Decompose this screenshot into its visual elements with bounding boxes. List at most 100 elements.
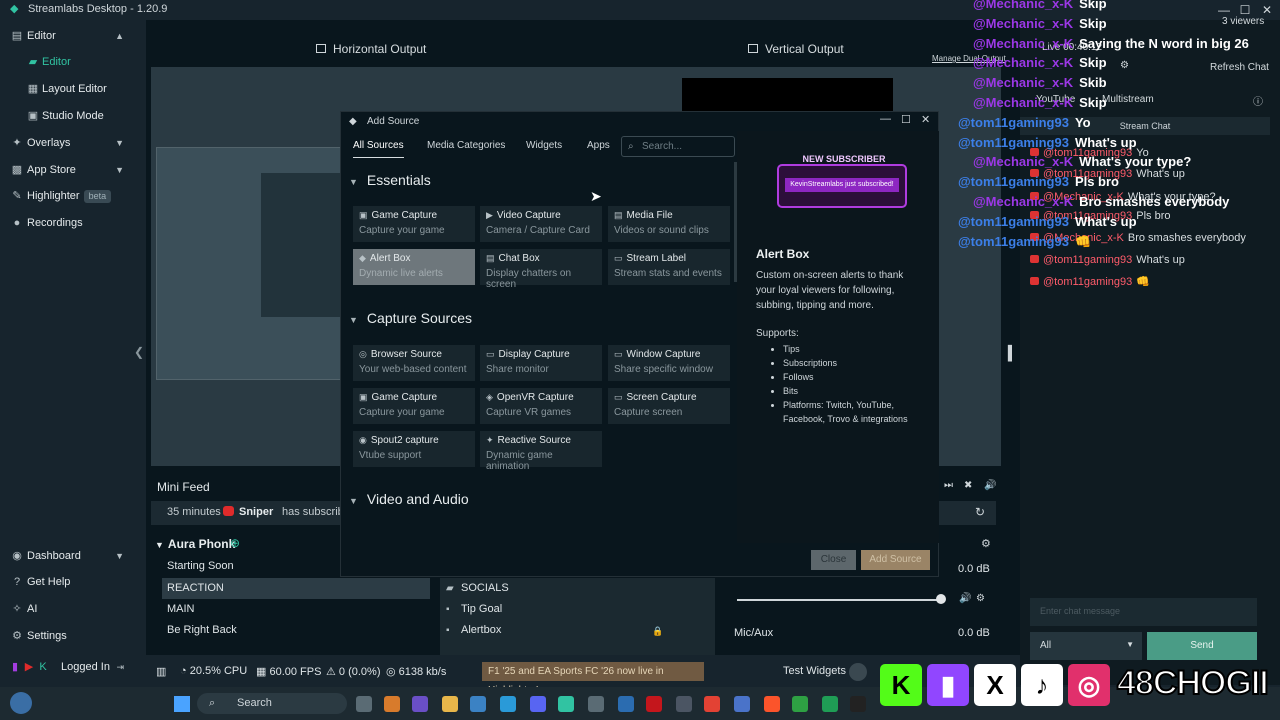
app-icon[interactable]	[588, 696, 604, 712]
skip-icon[interactable]: ⏭	[944, 480, 953, 491]
source-card-desc: Camera / Capture Card	[486, 225, 590, 236]
lock-icon[interactable]: 🔒	[652, 626, 663, 637]
app-icon[interactable]	[792, 696, 808, 712]
highlighter-notification[interactable]: F1 '25 and EA Sports FC '26 now live in …	[482, 662, 704, 696]
sidebar-item-recordings[interactable]: ● Recordings	[0, 210, 146, 236]
volume-slider[interactable]	[737, 599, 941, 601]
source-type-icon: ▣	[359, 210, 368, 220]
app-icon[interactable]	[734, 696, 750, 712]
file-explorer-icon[interactable]	[442, 696, 458, 712]
app-icon[interactable]	[822, 696, 838, 712]
profile-icon[interactable]	[10, 692, 32, 714]
taskbar-search[interactable]: ⌕ Search	[197, 693, 347, 714]
brave-icon[interactable]	[764, 696, 780, 712]
chat-platform-select[interactable]: All ▼	[1030, 632, 1142, 660]
teams-icon[interactable]	[412, 696, 428, 712]
scene-item[interactable]: Be Right Back	[162, 620, 430, 641]
mixer-gear-icon[interactable]: ⚙	[981, 537, 991, 550]
info-icon[interactable]: ⓘ	[1253, 93, 1263, 108]
chat-input[interactable]: Enter chat message	[1030, 598, 1257, 626]
sidebar-item-dashboard[interactable]: ◉ Dashboard ▼	[0, 543, 146, 569]
add-source-button[interactable]: Add Source	[861, 550, 930, 570]
netflix-icon[interactable]	[646, 696, 662, 712]
tab-apps[interactable]: Apps	[587, 140, 610, 151]
resize-handle[interactable]: ▍	[1008, 345, 1019, 362]
source-card[interactable]: ▭ Screen Capture Capture screen	[608, 388, 730, 424]
gear-icon[interactable]: ⚙	[976, 593, 985, 604]
sidebar-item-app-store[interactable]: ▩ App Store ▼	[0, 157, 146, 183]
tab-media-categories[interactable]: Media Categories	[427, 140, 505, 151]
sidebar-item-ai[interactable]: ✧ AI	[0, 596, 146, 622]
edge-icon[interactable]	[500, 696, 516, 712]
add-scene-icon[interactable]: ⊕	[230, 536, 240, 550]
sidebar-item-layout-editor[interactable]: ▦ Layout Editor	[0, 76, 146, 102]
mute-alerts-icon[interactable]: ✖	[964, 480, 972, 491]
add-source-dialog: ◆ Add Source — ☐ ✕ All Sources Media Cat…	[340, 111, 939, 577]
scene-collection-title[interactable]: ▼ Aura Phonk	[155, 537, 235, 551]
sidebar-item-editor[interactable]: ▤ Editor ▲	[0, 23, 146, 49]
record-button[interactable]	[849, 663, 867, 681]
stats-icon[interactable]: ▥	[156, 665, 166, 678]
logout-icon[interactable]: ⇥	[116, 654, 124, 680]
source-card[interactable]: ▭ Stream Label Stream stats and events	[608, 249, 730, 285]
tab-multistream[interactable]: Multistream	[1102, 94, 1154, 105]
minimize-icon[interactable]: —	[880, 113, 891, 125]
maximize-icon[interactable]: ☐	[901, 113, 911, 126]
copilot-icon[interactable]	[384, 696, 400, 712]
source-card[interactable]: ◎ Browser Source Your web-based content	[353, 345, 475, 381]
source-card[interactable]: ▣ Game Capture Capture your game	[353, 206, 475, 242]
scene-item[interactable]: REACTION	[162, 578, 430, 599]
tab-all-sources[interactable]: All Sources	[353, 140, 404, 158]
volume-icon[interactable]: 🔊	[984, 480, 996, 491]
send-button[interactable]: Send	[1147, 632, 1257, 660]
refresh-chat-button[interactable]: Refresh Chat	[1210, 62, 1269, 73]
source-card-name: ✦ Reactive Source	[486, 435, 571, 446]
gear-icon[interactable]: ⚙	[1120, 60, 1129, 71]
overlay-text: Bro smashes everybody	[1079, 194, 1230, 209]
close-button[interactable]: Close	[811, 550, 856, 570]
store-icon[interactable]	[470, 696, 486, 712]
app-icon[interactable]	[618, 696, 634, 712]
chevron-left-icon[interactable]: ❮	[134, 345, 144, 359]
windows-start-icon[interactable]	[174, 696, 190, 712]
source-item[interactable]: ▪ Alertbox	[446, 620, 501, 641]
sidebar-item-editor-sub[interactable]: ▰ Editor	[0, 49, 146, 75]
source-card[interactable]: ◆ Alert Box Dynamic live alerts	[353, 249, 475, 285]
source-card[interactable]: ▤ Media File Videos or sound clips	[608, 206, 730, 242]
section-video-audio[interactable]: ▼ Video and Audio	[349, 491, 469, 507]
task-view-icon[interactable]	[356, 696, 372, 712]
chrome-icon[interactable]	[704, 696, 720, 712]
sidebar-item-highlighter[interactable]: ✎ Highlighter beta	[0, 183, 146, 209]
source-item[interactable]: ▰ SOCIALS	[446, 578, 509, 599]
sidebar-item-studio-mode[interactable]: ▣ Studio Mode	[0, 103, 146, 129]
section-capture-sources[interactable]: ▼ Capture Sources	[349, 310, 472, 326]
sidebar-item-overlays[interactable]: ✦ Overlays ▼	[0, 130, 146, 156]
source-card[interactable]: ▶ Video Capture Camera / Capture Card	[480, 206, 602, 242]
login-status[interactable]: ▮ ▶ K Logged In ⇥	[0, 654, 146, 680]
test-widgets-button[interactable]: Test Widgets	[783, 665, 846, 677]
source-card[interactable]: ▣ Game Capture Capture your game	[353, 388, 475, 424]
volume-slider-knob[interactable]	[936, 594, 946, 604]
horizontal-output-tab[interactable]: Horizontal Output	[316, 42, 426, 56]
source-card[interactable]: ▤ Chat Box Display chatters on screen	[480, 249, 602, 290]
streamlabs-taskbar-icon[interactable]	[558, 696, 574, 712]
app-icon[interactable]	[850, 696, 866, 712]
tab-widgets[interactable]: Widgets	[526, 140, 562, 151]
sidebar-item-get-help[interactable]: ? Get Help	[0, 569, 146, 595]
source-card[interactable]: ✦ Reactive Source Dynamic game animation	[480, 431, 602, 472]
discord-icon[interactable]	[530, 696, 546, 712]
section-essentials[interactable]: ▼ Essentials	[349, 172, 431, 188]
vertical-output-tab[interactable]: Vertical Output	[748, 42, 844, 56]
source-card[interactable]: ▭ Display Capture Share monitor	[480, 345, 602, 381]
sidebar-item-settings[interactable]: ⚙ Settings	[0, 623, 146, 649]
volume-icon[interactable]: 🔊	[959, 593, 971, 604]
source-item[interactable]: ▪ Tip Goal	[446, 599, 502, 620]
source-card[interactable]: ▭ Window Capture Share specific window	[608, 345, 730, 381]
close-icon[interactable]: ✕	[921, 113, 930, 126]
scene-item[interactable]: MAIN	[162, 599, 430, 620]
app-icon[interactable]	[676, 696, 692, 712]
source-search-input[interactable]: ⌕ Search...	[621, 136, 735, 157]
refresh-icon[interactable]: ↻	[975, 505, 985, 519]
source-card[interactable]: ◈ OpenVR Capture Capture VR games	[480, 388, 602, 424]
source-card[interactable]: ◉ Spout2 capture Vtube support	[353, 431, 475, 467]
